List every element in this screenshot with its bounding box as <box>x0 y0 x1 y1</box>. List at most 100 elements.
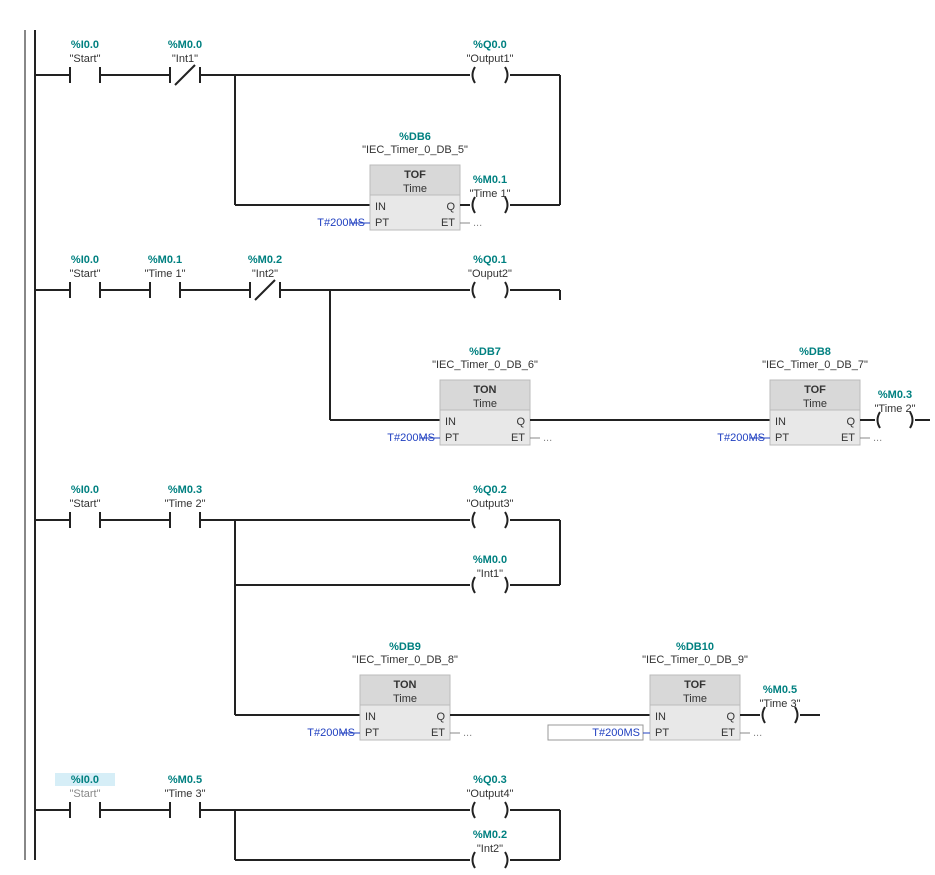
contact-no-start-selected[interactable]: %I0.0 "Start" <box>55 773 115 818</box>
svg-text:%I0.0: %I0.0 <box>71 774 99 786</box>
svg-text:%M0.2: %M0.2 <box>473 829 507 841</box>
svg-text:%M0.1: %M0.1 <box>473 174 507 186</box>
svg-text:Q: Q <box>726 711 735 723</box>
svg-text:"Int1": "Int1" <box>172 53 198 65</box>
coil-output4[interactable]: %Q0.3 "Output4" <box>467 774 514 818</box>
fb-tof-db8[interactable]: %DB8 "IEC_Timer_0_DB_7" TOF Time IN Q PT… <box>762 346 868 445</box>
coil-output1[interactable]: %Q0.0 "Output1" <box>467 39 514 83</box>
svg-text:TON: TON <box>393 679 416 691</box>
coil-time2[interactable]: %M0.3 "Time 2" <box>874 389 915 428</box>
contact-no-start[interactable]: %I0.0 "Start" <box>69 254 100 298</box>
svg-text:PT: PT <box>365 727 379 739</box>
contact-nc-int2[interactable]: %M0.2 "Int2" <box>248 254 282 300</box>
svg-text:%M0.1: %M0.1 <box>148 254 182 266</box>
svg-text:"Int2": "Int2" <box>252 268 278 280</box>
fb-tof-db6[interactable]: %DB6 "IEC_Timer_0_DB_5" TOF Time IN Q PT… <box>362 131 468 230</box>
svg-text:Time: Time <box>683 693 707 705</box>
contact-no-start[interactable]: %I0.0 "Start" <box>69 39 100 83</box>
rung-3: %I0.0 "Start" %M0.3 "Time 2" %Q0.2 "Outp… <box>35 484 820 740</box>
svg-text:...: ... <box>473 217 482 229</box>
rung-1: %I0.0 "Start" %M0.0 "Int1" %Q0.0 "Output… <box>35 39 560 230</box>
svg-text:%Q0.3: %Q0.3 <box>473 774 507 786</box>
fb-ton-db7[interactable]: %DB7 "IEC_Timer_0_DB_6" TON Time IN Q PT… <box>432 346 538 445</box>
coil-output2[interactable]: %Q0.1 "Ouput2" <box>468 254 512 298</box>
svg-text:IN: IN <box>445 416 456 428</box>
svg-text:PT: PT <box>655 727 669 739</box>
svg-text:T#200MS[interactable]: T#200MS <box>592 727 640 739</box>
contact-nc-int1[interactable]: %M0.0 "Int1" <box>168 39 202 85</box>
svg-text:"Time 1": "Time 1" <box>469 188 510 200</box>
svg-text:Time: Time <box>403 183 427 195</box>
svg-text:%Q0.0: %Q0.0 <box>473 39 507 51</box>
coil-int1[interactable]: %M0.0 "Int1" <box>473 554 508 593</box>
svg-text:Q: Q <box>846 416 855 428</box>
addr: %I0.0 <box>71 39 99 51</box>
svg-text:%DB7: %DB7 <box>469 346 501 358</box>
svg-text:TON: TON <box>473 384 496 396</box>
svg-text:%DB8: %DB8 <box>799 346 831 358</box>
svg-text:TOF: TOF <box>684 679 706 691</box>
svg-text:TOF: TOF <box>804 384 826 396</box>
svg-text:%I0.0: %I0.0 <box>71 254 99 266</box>
coil-int2[interactable]: %M0.2 "Int2" <box>473 829 508 868</box>
svg-text:ET: ET <box>721 727 735 739</box>
svg-text:IN: IN <box>655 711 666 723</box>
svg-text:"IEC_Timer_0_DB_9": "IEC_Timer_0_DB_9" <box>642 654 748 666</box>
svg-text:"Time 3": "Time 3" <box>164 788 205 800</box>
svg-text:"Int2": "Int2" <box>477 843 503 855</box>
svg-text:PT: PT <box>775 432 789 444</box>
contact-no-start[interactable]: %I0.0 "Start" <box>69 484 100 528</box>
fb-tof-db10[interactable]: %DB10 "IEC_Timer_0_DB_9" TOF Time IN Q P… <box>642 641 748 740</box>
svg-text:%DB6: %DB6 <box>399 131 431 143</box>
rung-4: %I0.0 "Start" %M0.5 "Time 3" %Q0.3 "Outp… <box>35 773 560 868</box>
svg-text:IN: IN <box>775 416 786 428</box>
svg-text:"Time 2": "Time 2" <box>874 403 915 415</box>
svg-text:...: ... <box>873 432 882 444</box>
svg-text:%M0.3: %M0.3 <box>168 484 202 496</box>
svg-text:%Q0.1: %Q0.1 <box>473 254 507 266</box>
name: "Start" <box>69 53 100 65</box>
svg-text:Time: Time <box>803 398 827 410</box>
svg-text:Time: Time <box>393 693 417 705</box>
svg-text:TOF: TOF <box>404 169 426 181</box>
svg-text:...: ... <box>463 727 472 739</box>
svg-text:...: ... <box>543 432 552 444</box>
ladder-diagram: %I0.0 "Start" %M0.0 "Int1" %Q0.0 "Output… <box>0 0 935 875</box>
coil-output3[interactable]: %Q0.2 "Output3" <box>467 484 514 528</box>
svg-text:ET: ET <box>511 432 525 444</box>
svg-text:%M0.0: %M0.0 <box>168 39 202 51</box>
svg-text:%M0.2: %M0.2 <box>248 254 282 266</box>
fb-ton-db9[interactable]: %DB9 "IEC_Timer_0_DB_8" TON Time IN Q PT… <box>352 641 458 740</box>
svg-text:ET: ET <box>441 217 455 229</box>
svg-text:%I0.0: %I0.0 <box>71 484 99 496</box>
svg-text:PT: PT <box>445 432 459 444</box>
svg-text:"IEC_Timer_0_DB_6": "IEC_Timer_0_DB_6" <box>432 359 538 371</box>
svg-text:%DB9: %DB9 <box>389 641 421 653</box>
svg-text:"Int1": "Int1" <box>477 568 503 580</box>
svg-text:"Time 3": "Time 3" <box>759 698 800 710</box>
svg-text:Time: Time <box>473 398 497 410</box>
svg-text:ET: ET <box>431 727 445 739</box>
svg-text:"IEC_Timer_0_DB_8": "IEC_Timer_0_DB_8" <box>352 654 458 666</box>
contact-no-time3[interactable]: %M0.5 "Time 3" <box>164 774 205 818</box>
svg-text:IN: IN <box>375 201 386 213</box>
coil-time1[interactable]: %M0.1 "Time 1" <box>469 174 510 213</box>
contact-no-time2[interactable]: %M0.3 "Time 2" <box>164 484 205 528</box>
svg-text:...: ... <box>753 727 762 739</box>
svg-text:%Q0.2: %Q0.2 <box>473 484 507 496</box>
svg-text:"Start": "Start" <box>69 498 100 510</box>
svg-text:"Start": "Start" <box>69 268 100 280</box>
svg-text:Q: Q <box>516 416 525 428</box>
svg-text:"Output1": "Output1" <box>467 53 514 65</box>
svg-text:"Ouput2": "Ouput2" <box>468 268 512 280</box>
coil-time3[interactable]: %M0.5 "Time 3" <box>759 684 800 723</box>
svg-text:%M0.0: %M0.0 <box>473 554 507 566</box>
svg-text:"Time 2": "Time 2" <box>164 498 205 510</box>
contact-no-time1[interactable]: %M0.1 "Time 1" <box>144 254 185 298</box>
svg-text:"Output4": "Output4" <box>467 788 514 800</box>
svg-text:%M0.3: %M0.3 <box>878 389 912 401</box>
svg-text:ET: ET <box>841 432 855 444</box>
svg-text:"Start": "Start" <box>69 788 100 800</box>
svg-text:PT: PT <box>375 217 389 229</box>
svg-text:"Output3": "Output3" <box>467 498 514 510</box>
